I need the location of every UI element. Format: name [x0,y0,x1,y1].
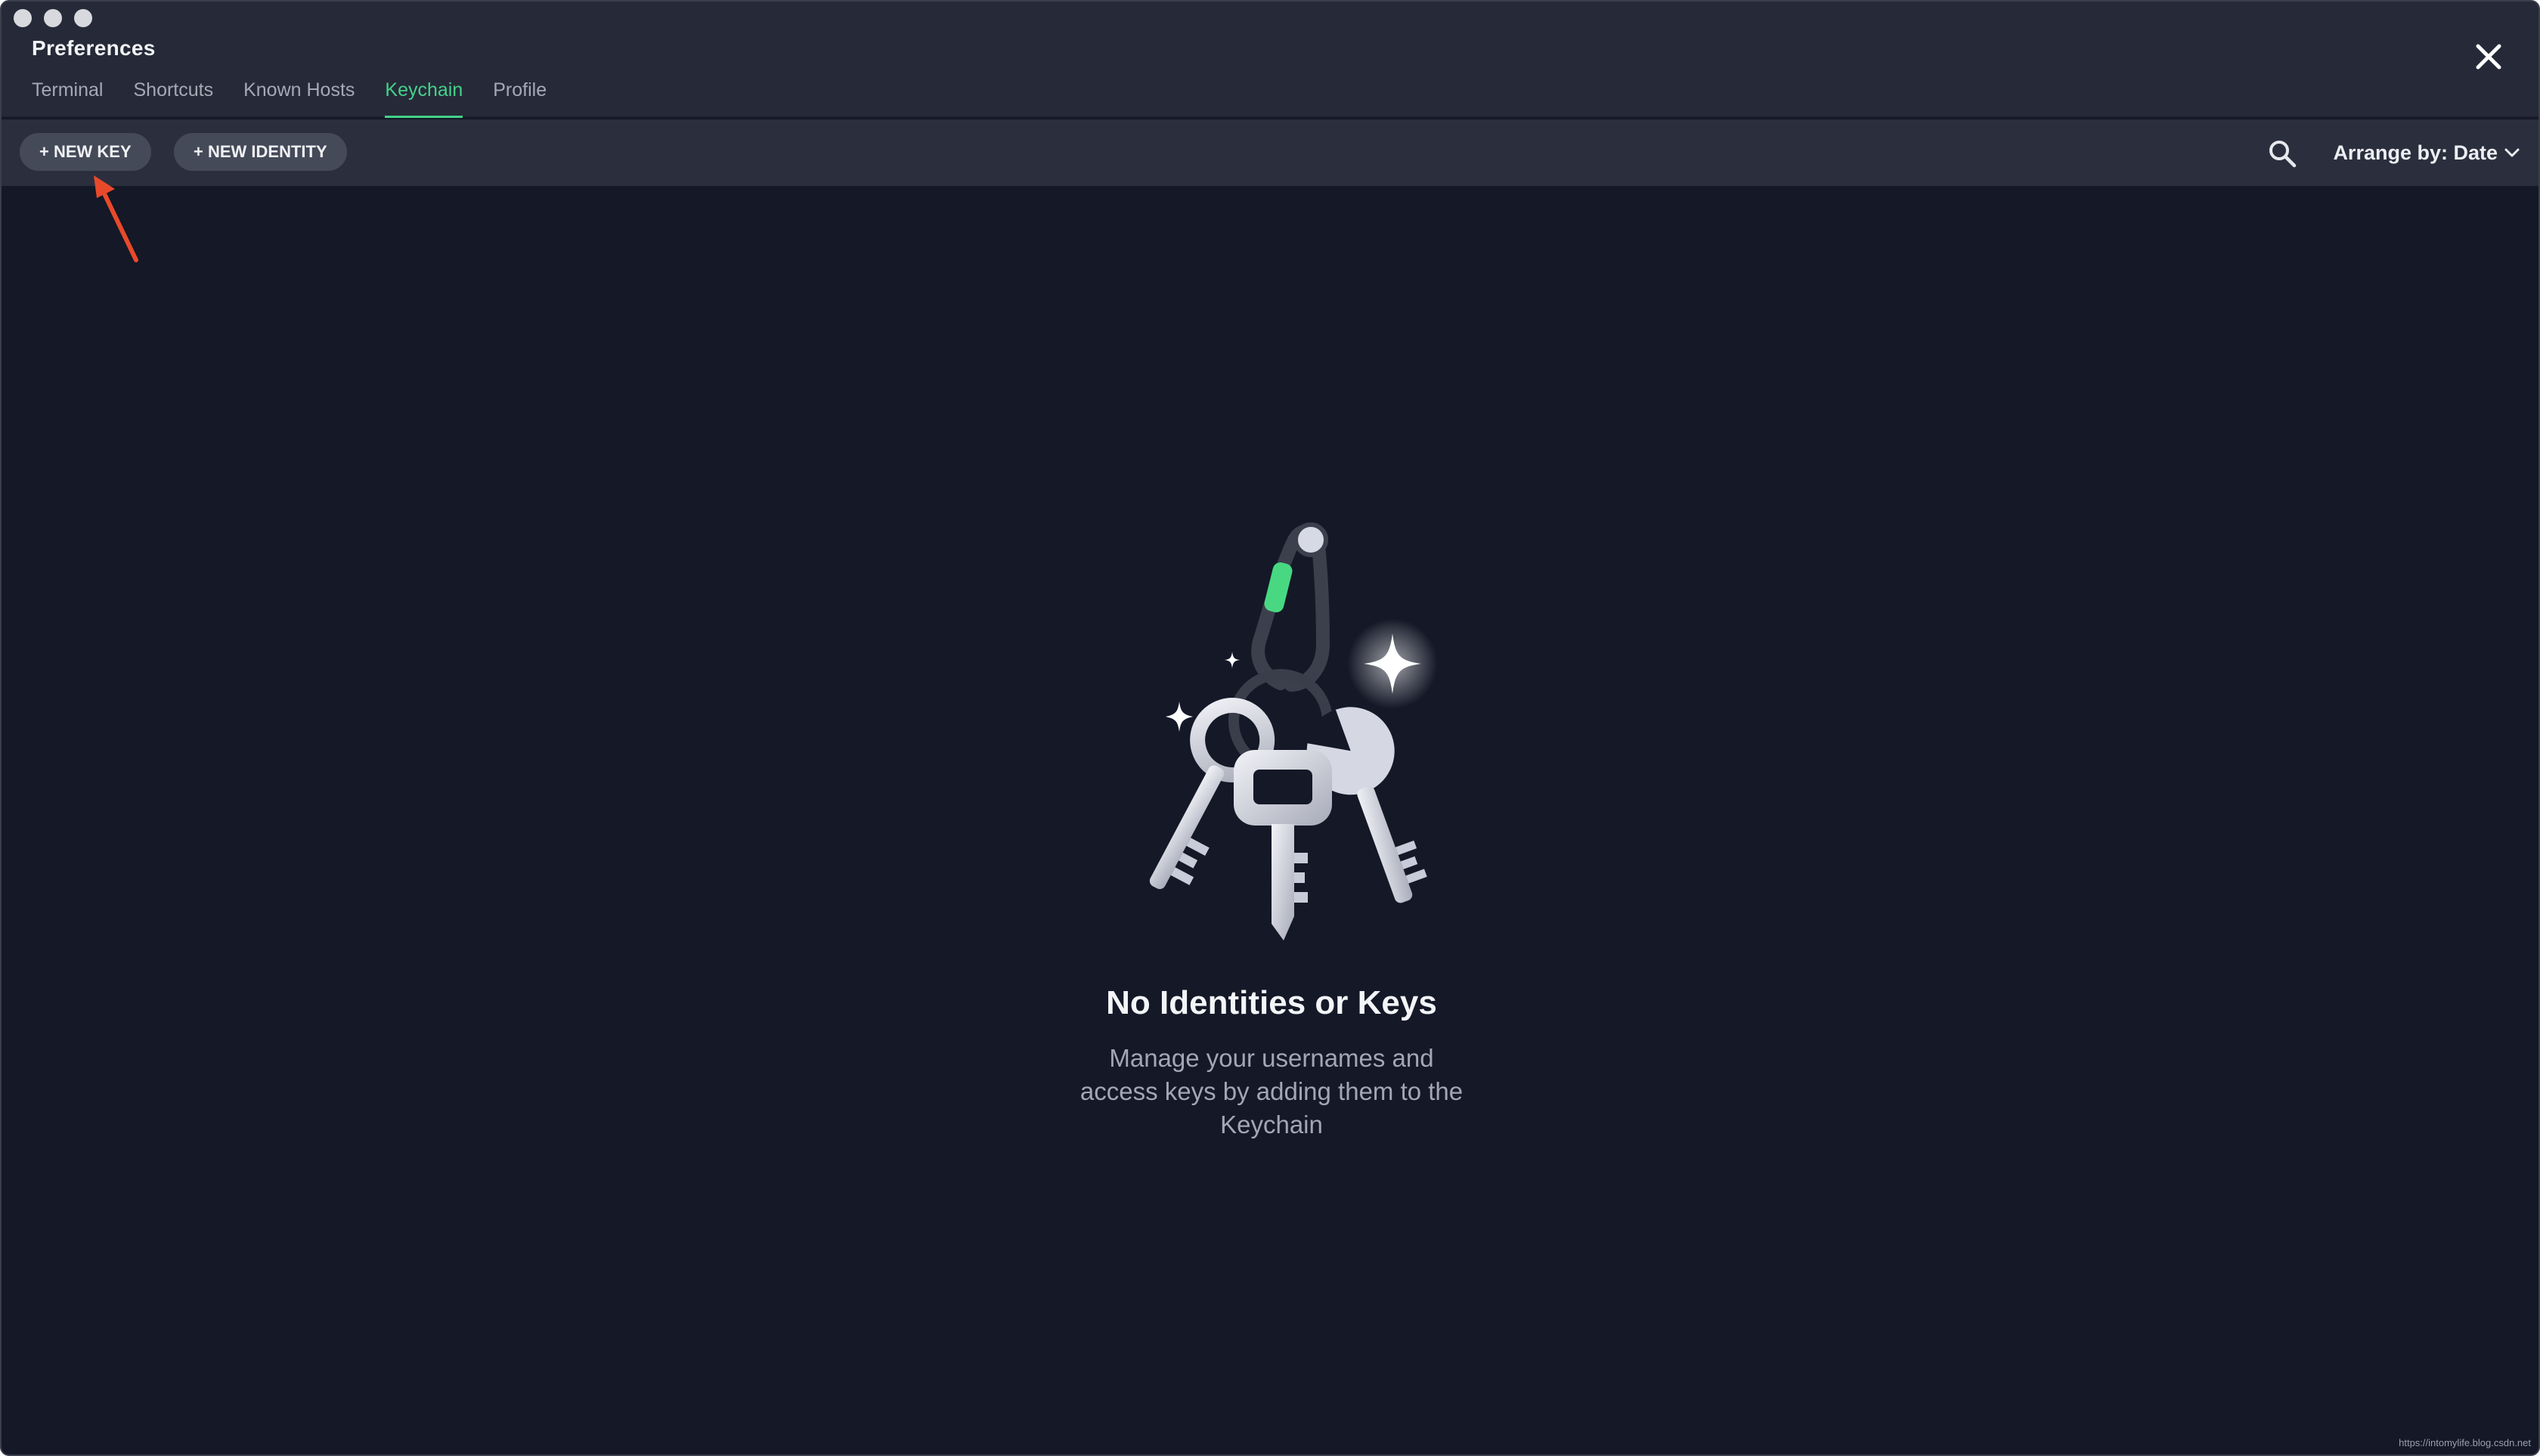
window-minimize-dot[interactable] [44,9,62,27]
watermark-url: https://intomylife.blog.csdn.net [2399,1437,2531,1448]
window-zoom-dot[interactable] [74,9,92,27]
new-key-button[interactable]: + NEW KEY [20,133,151,171]
window-title: Preferences [32,36,156,60]
search-icon [2269,141,2297,168]
empty-state-title: No Identities or Keys [1106,984,1437,1021]
red-arrow-annotation [94,175,138,262]
window-close-dot[interactable] [14,9,32,27]
close-icon [2476,44,2501,70]
preference-tabs: Terminal Shortcuts Known Hosts Keychain … [32,77,547,118]
preferences-window: Preferences Terminal Shortcuts Known Hos… [0,0,2540,1456]
arrange-by-dropdown[interactable]: Arrange by: Date [2333,136,2520,169]
tab-shortcuts[interactable]: Shortcuts [133,77,213,118]
keychain-toolbar: + NEW KEY + NEW IDENTITY Arrange by: Dat… [2,119,2538,186]
new-identity-button[interactable]: + NEW IDENTITY [174,133,347,171]
arrange-by-label: Arrange by: Date [2333,141,2498,164]
title-bar: Preferences Terminal Shortcuts Known Hos… [2,2,2538,118]
chevron-down-icon [2504,148,2520,157]
empty-state-description: Manage your usernames and access keys by… [1080,1044,1464,1138]
search-button[interactable] [2266,138,2298,169]
close-button[interactable] [2475,43,2502,70]
tab-known-hosts[interactable]: Known Hosts [243,77,355,118]
keyring-illustration [1149,522,1438,940]
tab-keychain[interactable]: Keychain [385,77,463,118]
tab-terminal[interactable]: Terminal [32,77,103,118]
tab-profile[interactable]: Profile [493,77,547,118]
